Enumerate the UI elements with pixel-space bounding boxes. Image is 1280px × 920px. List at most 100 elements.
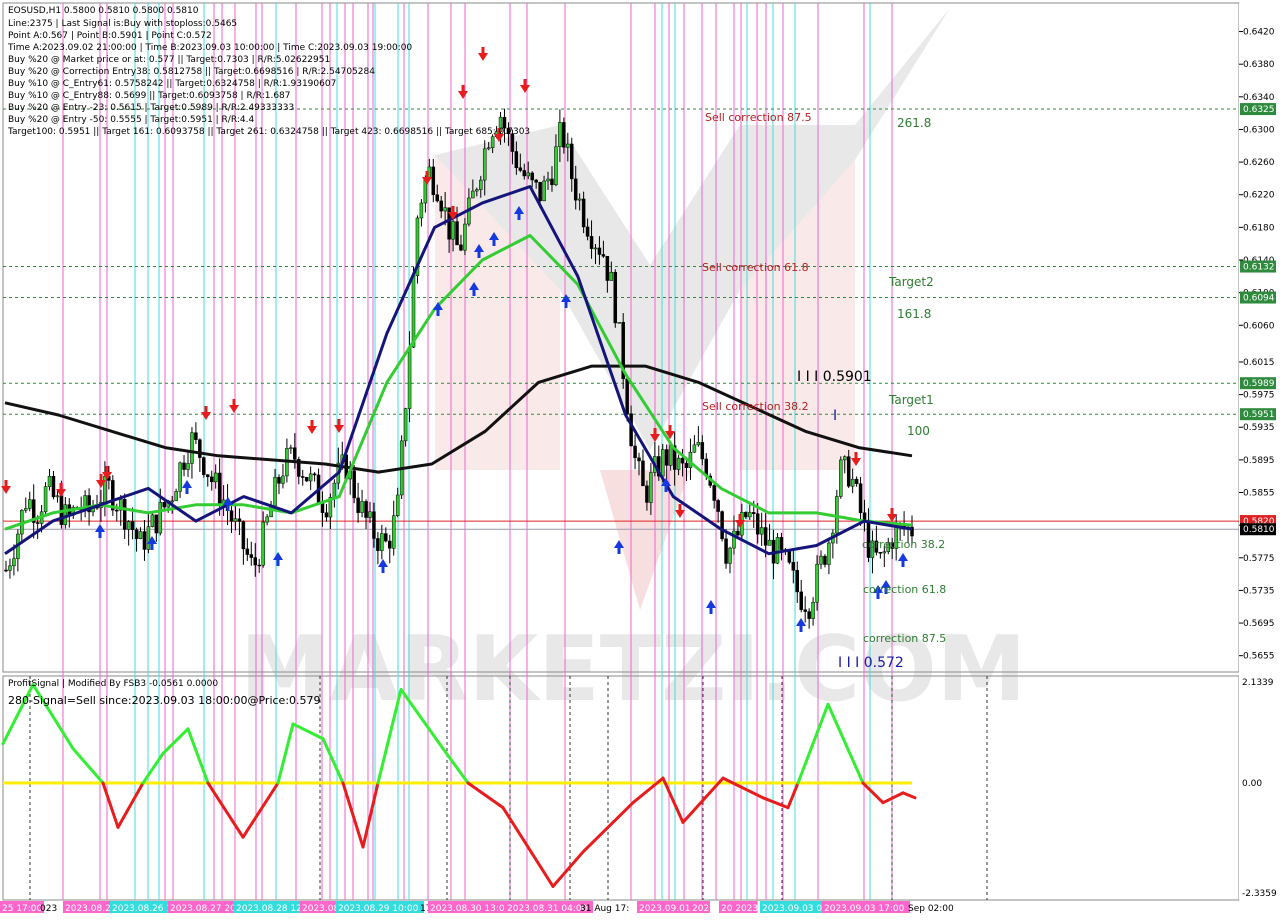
target1-label: Target1 — [888, 393, 934, 407]
candle-body-51 — [206, 474, 210, 478]
candle-body-30 — [122, 499, 127, 530]
candle-body-174 — [692, 444, 697, 453]
candle-body-83 — [332, 482, 337, 498]
candle-body-188 — [748, 512, 752, 518]
info-line-6: Buy %10 @ C_Entry61: 0.5758242 || Target… — [8, 79, 336, 89]
correction-875-label: correction 87.5 — [863, 632, 946, 645]
candle-body-152 — [605, 256, 610, 281]
candle-body-110 — [439, 200, 443, 212]
candle-body-66 — [265, 516, 269, 523]
candle-body-158 — [629, 413, 633, 447]
candle-body-175 — [696, 442, 701, 446]
level-1618-label: 161.8 — [897, 307, 931, 321]
candle-body-132 — [526, 172, 530, 177]
candle-body-96 — [384, 533, 388, 542]
candle-body-198 — [787, 551, 792, 563]
candle-body-217 — [862, 512, 867, 521]
candle-body-206 — [819, 555, 823, 565]
candle-body-134 — [534, 179, 538, 183]
info-line-8: Buy %20 @ Entry -23: 0.5615 | Target:0.5… — [8, 103, 294, 113]
candle-body-92 — [368, 511, 372, 518]
point-a-marker: I — [833, 408, 837, 424]
time-axis-labels: 25 17:00023 2023.08.2 2023.08.26 12023.08.… — [0, 901, 954, 914]
candle-body-80 — [320, 503, 325, 513]
candle-body-70 — [281, 475, 285, 484]
candle-body-94 — [376, 538, 380, 551]
x-label-0: 25 17:00 — [2, 904, 43, 914]
candle-body-11 — [47, 476, 52, 487]
candle-body-170 — [676, 457, 681, 470]
candle-body-40 — [162, 502, 167, 508]
info-line-10: Target100: 0.5951 || Target 161: 0.60937… — [7, 127, 530, 137]
candle-body-195 — [775, 537, 780, 564]
candle-body-129 — [514, 151, 519, 169]
candle-body-73 — [293, 447, 297, 460]
x-label-15: 2023.09.03 00: — [762, 904, 831, 914]
candle-body-221 — [878, 552, 883, 554]
candle-body-102 — [407, 346, 412, 409]
x-label-14: 20 2023 — [721, 904, 758, 914]
candle-body-34 — [138, 531, 143, 539]
candle-body-43 — [174, 491, 178, 502]
candle-body-44 — [178, 462, 182, 492]
candle-body-133 — [530, 172, 534, 181]
candle-body-35 — [142, 531, 147, 550]
y-tick-label-5: 0.6220 — [1243, 191, 1275, 201]
candle-body-189 — [751, 512, 756, 514]
y-tick-label-3: 0.6300 — [1243, 125, 1275, 135]
candle-body-61 — [245, 548, 250, 555]
candle-body-121 — [482, 148, 487, 181]
candle-body-166 — [661, 449, 665, 477]
x-label-13: 202 — [692, 904, 709, 914]
candle-body-47 — [190, 432, 194, 464]
candle-body-8 — [35, 522, 40, 524]
x-label-2: 2023.08.2 — [65, 904, 111, 914]
point-b-label: I I I 0.5901 — [797, 369, 872, 385]
candle-body-78 — [312, 473, 317, 476]
candle-body-114 — [455, 221, 459, 246]
correction-618-label: correction 61.8 — [863, 583, 946, 596]
candle-body-157 — [625, 378, 629, 414]
candle-body-2 — [12, 558, 16, 567]
candle-body-38 — [154, 514, 159, 534]
x-label-11: 31 Aug 17: — [580, 904, 629, 914]
candle-body-203 — [807, 611, 811, 619]
candle-body-147 — [585, 226, 590, 237]
candle-body-135 — [538, 181, 542, 202]
candle-body-146 — [581, 198, 586, 228]
y-tick-label-11: 0.5975 — [1243, 391, 1275, 401]
candle-body-109 — [435, 194, 439, 202]
candle-body-172 — [684, 462, 689, 469]
candle-body-140 — [558, 122, 562, 148]
candle-body-214 — [850, 478, 855, 487]
candle-body-205 — [815, 563, 819, 603]
candle-body-88 — [352, 470, 356, 499]
price-tag-1: 0.6132 — [1243, 263, 1275, 273]
y-tick-label-0: 0.6420 — [1243, 28, 1275, 38]
candle-body-162 — [645, 485, 649, 503]
candle-body-143 — [570, 143, 574, 180]
x-label-9: 2023.08.30 13:00 — [430, 904, 511, 914]
candle-body-171 — [680, 457, 685, 464]
candle-body-148 — [589, 236, 594, 249]
candle-body-154 — [613, 271, 618, 324]
candle-body-37 — [150, 514, 155, 527]
candle-body-50 — [202, 457, 206, 475]
candle-body-202 — [803, 609, 807, 612]
candle-body-122 — [486, 147, 491, 150]
candle-body-179 — [712, 485, 716, 501]
y-tick-label-2: 0.6340 — [1243, 93, 1275, 103]
candle-body-36 — [146, 526, 151, 550]
x-label-4: 2023.08.27 20: — [170, 904, 239, 914]
indicator-title: ProfitSignal | Modified By FSB3 -0.0561 … — [8, 679, 218, 689]
sell-correction-875-label: Sell correction 87.5 — [705, 111, 812, 124]
x-label-7: 2023.08.29 10:00 — [338, 904, 419, 914]
candle-body-213 — [846, 456, 851, 487]
candle-body-46 — [186, 463, 190, 470]
candle-body-216 — [858, 483, 863, 514]
candle-body-153 — [609, 271, 614, 281]
candle-body-222 — [882, 551, 887, 554]
candle-body-93 — [372, 511, 376, 539]
candle-body-168 — [668, 445, 673, 466]
candle-body-167 — [664, 449, 669, 466]
